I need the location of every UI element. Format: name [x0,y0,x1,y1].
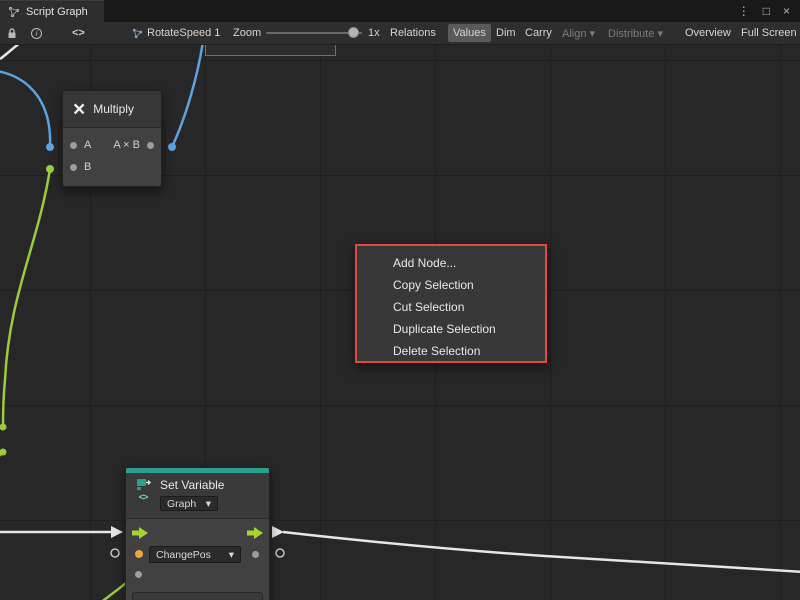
multiply-body: A A × B B [63,128,161,186]
output-port-axb[interactable] [147,142,154,149]
port-b-label: B [84,161,91,173]
multiply-icon: × [73,99,85,120]
port-a-label: A [84,139,91,151]
relations-button[interactable]: Relations [385,22,441,44]
multiply-row-b: B [63,156,161,178]
code-icon[interactable]: <> [72,22,85,44]
flow-arrowhead-in[interactable] [111,526,123,538]
chevron-down-icon: ▾ [229,549,234,561]
value-port-ring-left[interactable] [111,549,119,557]
value-port-ring-right[interactable] [276,549,284,557]
align-dropdown[interactable]: Align ▾ [557,22,600,44]
graph-ref-icon [132,28,143,39]
context-menu: Add Node... Copy Selection Cut Selection… [355,244,547,363]
graph-ref-label: RotateSpeed 1 [147,27,220,39]
set-variable-icon: <> [134,478,152,511]
port-dot-blue-a[interactable] [46,143,54,151]
variable-name-dropdown[interactable]: ChangePos ▾ [149,546,241,563]
zoom-slider-thumb[interactable] [348,27,359,38]
variable-code-icon: <> [139,492,148,502]
flow-arrowhead-out[interactable] [272,526,284,538]
zoom-value: 1x [368,22,380,44]
port-dot-blue-out[interactable] [168,143,176,151]
secondary-input-port[interactable] [135,571,142,578]
wire-green-left[interactable] [3,169,50,427]
overview-button[interactable]: Overview [680,22,736,44]
wire-green-end-dot-2[interactable] [0,449,7,456]
window-controls: ⋮ □ × [738,0,800,22]
values-button[interactable]: Values [448,24,491,42]
lock-icon[interactable] [7,22,17,44]
value-input-port[interactable] [135,550,143,558]
port-dot-green-b[interactable] [46,165,54,173]
wire-white-flow-out[interactable] [283,532,800,572]
wire-white-top-left[interactable] [0,45,20,59]
set-variable-footer-panel [132,592,263,600]
multiply-row-a: A A × B [63,134,161,156]
menu-item-delete-selection[interactable]: Delete Selection [357,340,545,362]
graph-toolbar: i <> RotateSpeed 1 Zoom 1x Relations Val… [0,22,800,45]
distribute-dropdown[interactable]: Distribute ▾ [603,22,668,44]
menu-item-add-node[interactable]: Add Node... [357,252,545,274]
hidden-node-edge [205,45,336,56]
multiply-title: Multiply [93,102,134,116]
node-multiply[interactable]: × Multiply A A × B B [62,90,162,187]
tab-script-graph[interactable]: Script Graph [0,0,104,22]
carry-button[interactable]: Carry [520,22,557,44]
chevron-down-icon: ▾ [206,498,211,510]
tab-title: Script Graph [26,6,88,18]
unity-script-graph-window: Script Graph ⋮ □ × i <> RotateSpee [0,0,800,600]
port-out-label: A × B [113,139,140,151]
window-titlebar: Script Graph ⋮ □ × [0,0,800,22]
variable-flag-icon [136,478,151,491]
menu-item-copy-selection[interactable]: Copy Selection [357,274,545,296]
wire-blue-input[interactable] [0,71,50,147]
dim-button[interactable]: Dim [491,22,521,44]
zoom-slider[interactable] [266,22,362,44]
flow-input-arrow[interactable] [132,527,148,539]
graph-reference-button[interactable]: RotateSpeed 1 [132,22,220,44]
fullscreen-button[interactable]: Full Screen [736,22,800,44]
input-port-a[interactable] [70,142,77,149]
window-menu-icon[interactable]: ⋮ [738,4,750,18]
graph-canvas[interactable]: × Multiply A A × B B [0,45,800,600]
info-icon[interactable]: i [31,22,42,44]
flow-output-arrow[interactable] [247,527,263,539]
menu-item-cut-selection[interactable]: Cut Selection [357,296,545,318]
wire-blue-output[interactable] [172,45,203,147]
zoom-label: Zoom [233,22,261,44]
wire-green-end-dot-1[interactable] [0,424,7,431]
scope-value: Graph [167,498,196,510]
multiply-header[interactable]: × Multiply [63,91,161,128]
variable-name: ChangePos [156,549,211,561]
variable-scope-dropdown[interactable]: Graph ▾ [160,496,218,511]
set-variable-header[interactable]: <> Set Variable Graph ▾ [126,473,269,519]
window-close-icon[interactable]: × [783,4,790,18]
input-port-b[interactable] [70,164,77,171]
node-set-variable[interactable]: <> Set Variable Graph ▾ ChangePos [125,467,270,600]
menu-item-duplicate-selection[interactable]: Duplicate Selection [357,318,545,340]
value-output-port[interactable] [252,551,259,558]
window-maximize-icon[interactable]: □ [763,4,770,18]
script-graph-icon [8,6,20,18]
set-variable-title: Set Variable [160,478,224,492]
